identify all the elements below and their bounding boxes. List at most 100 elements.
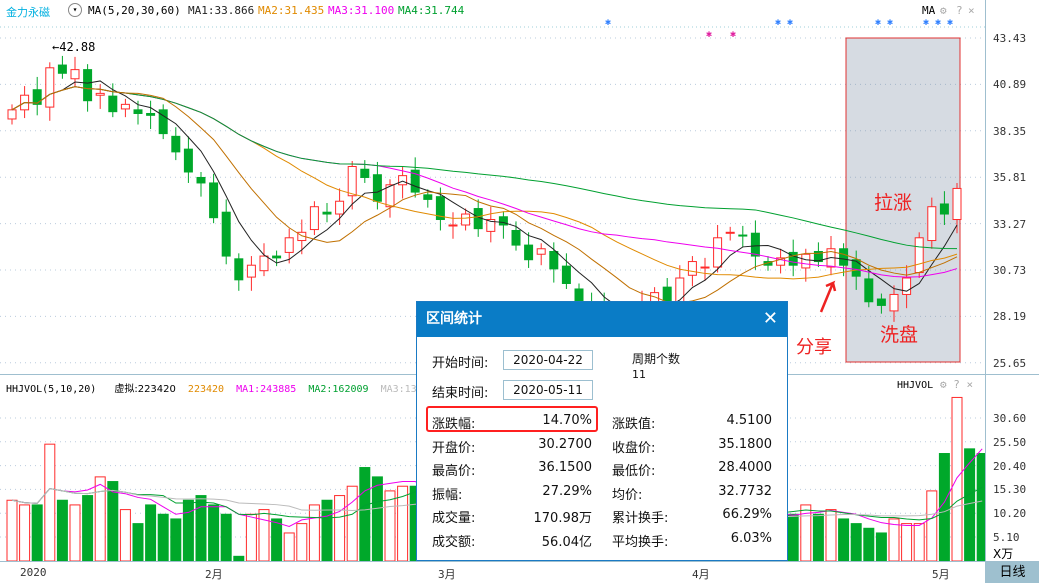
stat-label: 开盘价: — [432, 440, 476, 456]
date-tick: 4月 — [692, 568, 710, 581]
volume-tick: 25.50 — [993, 435, 1027, 449]
volume-bar — [19, 504, 31, 562]
candle-up — [889, 293, 899, 312]
signal-star-icon: ✱ — [730, 29, 736, 40]
candle-up — [713, 237, 723, 268]
end-time-field[interactable]: 2020-05-11 — [503, 380, 593, 400]
volume-bar — [220, 513, 232, 562]
volume-bar — [182, 499, 194, 562]
volume-bar — [6, 499, 18, 562]
candle-down — [83, 69, 93, 102]
close-icon[interactable]: ✕ — [763, 308, 778, 329]
volume-bar — [812, 513, 824, 562]
price-tick: 43.43 — [993, 32, 1027, 45]
candle-down — [864, 278, 874, 303]
volume-tick: 5.10 — [993, 531, 1020, 544]
period-count-label: 周期个数 — [632, 352, 681, 366]
volume-bar — [119, 509, 131, 562]
volume-tick: 10.20 — [993, 507, 1027, 521]
volume-bar — [371, 476, 383, 562]
candle-up — [952, 187, 962, 221]
stat-row: 涨跌幅: 14.70% — [432, 413, 592, 432]
vol-ma2: MA2:162009 — [308, 384, 369, 395]
xaxis-divider — [0, 561, 1039, 562]
stat-value: 4.5100 — [726, 413, 773, 428]
start-time-field[interactable]: 2020-04-22 — [503, 350, 593, 370]
candle-up — [120, 103, 130, 110]
signal-star-icon: ✱ — [706, 29, 712, 40]
stat-value: 6.03% — [730, 530, 772, 546]
stat-value: 27.29% — [542, 483, 592, 499]
volume-bar — [94, 476, 106, 562]
volume-bar — [296, 523, 308, 562]
candle-up — [536, 248, 546, 255]
stat-row: 平均换手: 6.03% — [612, 531, 772, 550]
volume-bar — [245, 513, 257, 562]
volume-bar — [208, 504, 220, 562]
volume-bar — [31, 504, 43, 562]
candle-up — [687, 261, 697, 276]
stat-value: 28.4000 — [718, 460, 772, 475]
volume-bar — [82, 495, 94, 562]
stat-label: 涨跌值: — [612, 417, 656, 432]
candle-down — [32, 89, 42, 105]
stat-label: 成交额: — [432, 534, 476, 550]
candle-down — [360, 168, 370, 178]
stat-value: 32.7732 — [718, 483, 772, 499]
price-tick: 38.35 — [993, 124, 1027, 138]
peak-price-label: ←42.88 — [52, 40, 96, 54]
volume-bar — [863, 527, 875, 562]
stat-label: 振幅: — [432, 487, 463, 503]
volume-bar — [271, 518, 283, 562]
candle-down — [209, 182, 219, 219]
candle-up — [309, 206, 319, 231]
candle-down — [272, 255, 282, 259]
volume-bar — [787, 513, 799, 562]
ma60-line — [11, 86, 958, 250]
volume-bar — [170, 518, 182, 562]
stat-value: 56.04亿 — [541, 534, 592, 550]
volume-tick: 30.60 — [993, 412, 1027, 425]
vol-value: 223420 — [187, 384, 225, 395]
dialog-title: 区间统计 — [417, 302, 787, 337]
stat-row: 涨跌值: 4.5100 — [612, 413, 772, 432]
period-daily-button[interactable]: 日线 — [986, 562, 1039, 583]
stat-row: 成交额: 56.04亿 — [432, 531, 592, 550]
candle-down — [561, 265, 571, 284]
volume-bar — [334, 495, 346, 562]
start-time-label: 开始时间: — [432, 356, 489, 371]
volume-bar — [384, 490, 396, 562]
candle-down — [524, 244, 534, 261]
signal-star-icon: ✱ — [775, 17, 781, 28]
candle-up — [95, 92, 105, 96]
volume-bar — [283, 532, 295, 562]
stat-value: 30.2700 — [538, 436, 592, 452]
volume-bar — [964, 448, 976, 562]
stat-label: 累计换手: — [612, 511, 669, 526]
signal-star-icon: ✱ — [935, 17, 941, 28]
candle-down — [196, 176, 206, 184]
candle-up — [927, 206, 937, 242]
candle-down — [738, 234, 748, 237]
stat-label: 均价: — [612, 487, 643, 503]
date-tick: 2月 — [205, 568, 223, 581]
candle-down — [511, 229, 521, 246]
candle-down — [876, 298, 886, 306]
signal-star-icon: ✱ — [605, 17, 611, 28]
date-tick: 2020 — [20, 566, 47, 579]
annotation-washout: 洗盘 — [880, 324, 919, 346]
candle-up — [335, 200, 345, 215]
candle-down — [322, 211, 332, 215]
candle-up — [448, 224, 458, 227]
stat-row: 开盘价: 30.2700 — [432, 437, 592, 456]
price-tick: 40.89 — [993, 78, 1027, 92]
candle-up — [246, 264, 256, 278]
candle-down — [234, 258, 244, 281]
signal-star-icon: ✱ — [887, 17, 893, 28]
volume-bar — [976, 453, 985, 562]
stat-value: 66.29% — [722, 507, 772, 522]
stat-row: 累计换手: 66.29% — [612, 507, 772, 526]
volume-bar — [850, 523, 862, 562]
vol-toolbar-icons[interactable]: ⚙ ? × — [940, 378, 973, 391]
price-tick: 30.73 — [993, 264, 1027, 277]
